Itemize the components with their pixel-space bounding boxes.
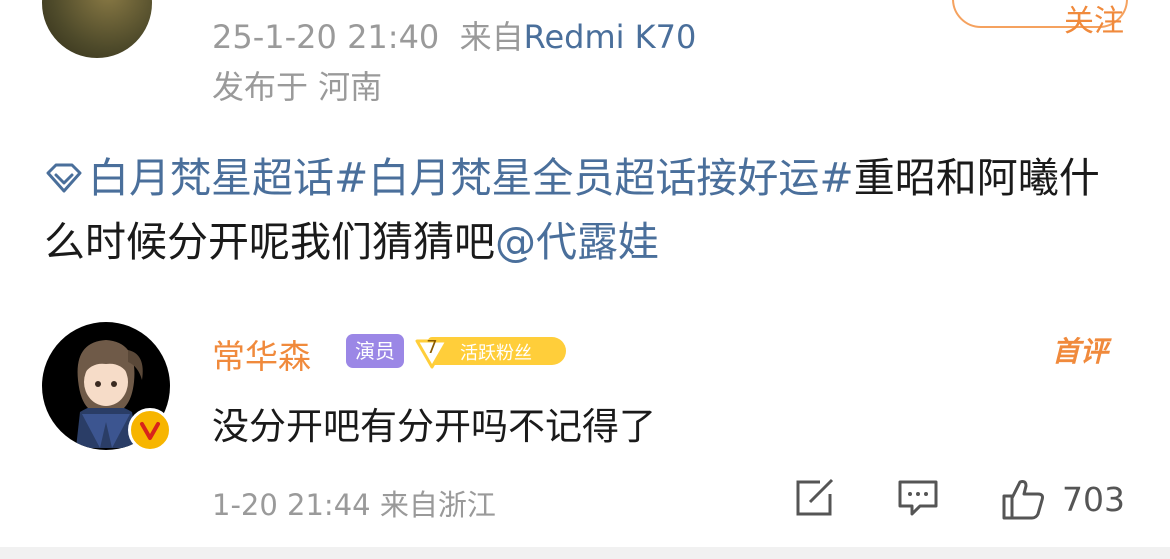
verified-v-icon (128, 408, 172, 452)
supertopic-diamond-icon (46, 163, 82, 193)
follow-button[interactable]: 关注 (952, 0, 1128, 39)
comment-location: 来自浙江 (379, 488, 496, 522)
comment-text: 没分开吧有分开吗不记得了 (212, 405, 656, 448)
comment-icon[interactable] (896, 478, 940, 518)
comment-meta: 1-20 21:44 来自浙江 (212, 482, 496, 524)
role-badge: 演员 (346, 334, 404, 368)
divider (0, 547, 1170, 559)
like-count: 703 (1062, 480, 1125, 519)
commenter-name[interactable]: 常华森 (212, 330, 311, 378)
hashtag-link[interactable]: #白月梵星全员超话接好运# (334, 154, 854, 202)
supertopic-link[interactable]: 白月梵星超话 (44, 154, 334, 202)
fan-level-icon: 7 (414, 333, 450, 369)
mention-link[interactable]: @代露娃 (495, 218, 659, 266)
fan-badge[interactable]: 7 活跃粉丝 (414, 333, 566, 369)
post-meta: 25-1-20 21:40 来自Redmi K70 (212, 12, 696, 58)
fan-badge-label: 活跃粉丝 (460, 343, 532, 364)
comment-time: 1-20 21:44 (212, 488, 371, 522)
poster-avatar[interactable] (42, 0, 152, 58)
thumbs-up-icon[interactable] (1000, 478, 1044, 520)
post-location: 发布于 河南 (212, 68, 383, 106)
post-body: 白月梵星超话#白月梵星全员超话接好运#重昭和阿曦什么时候分开呢我们猜猜吧@代露娃 (44, 146, 1134, 274)
fan-level: 7 (426, 337, 438, 358)
follow-button-label: 关注 (1064, 4, 1124, 39)
first-comment-tag: 首评 (1052, 335, 1109, 368)
post-source-prefix: 来自 (459, 18, 524, 56)
post-datetime: 25-1-20 21:40 (212, 18, 440, 56)
share-icon[interactable] (792, 478, 836, 518)
supertopic-label: 白月梵星超话 (88, 154, 334, 202)
post-device[interactable]: Redmi K70 (524, 18, 697, 56)
